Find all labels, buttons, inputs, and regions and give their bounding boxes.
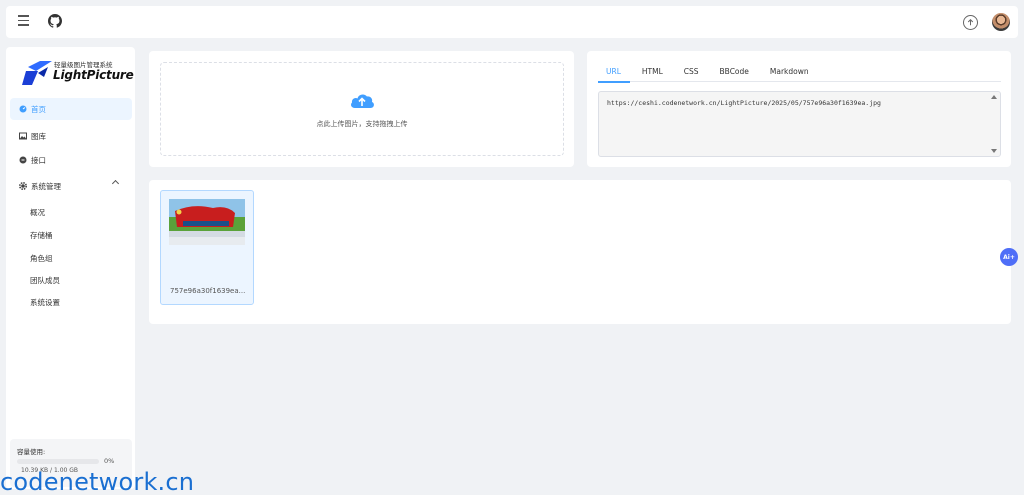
format-tabs: URL HTML CSS BBCode Markdown xyxy=(598,62,1001,83)
upload-card: 点此上传图片，支持拖拽上传 xyxy=(149,51,574,167)
tab-markdown[interactable]: Markdown xyxy=(762,62,822,82)
logo-title: LightPicture xyxy=(53,68,134,82)
tab-url[interactable]: URL xyxy=(598,62,634,83)
gear-icon xyxy=(19,182,27,190)
logo[interactable]: 轻量级图片管理系统 LightPicture xyxy=(22,57,134,87)
scroll-down-arrow-icon[interactable] xyxy=(991,149,997,153)
sidebar-item-label: 图库 xyxy=(31,131,46,141)
ai-assistant-button[interactable]: Ai+ xyxy=(1000,248,1018,266)
upload-icon[interactable] xyxy=(963,15,978,30)
storage-progress-bar xyxy=(17,459,99,464)
link-output-card: URL HTML CSS BBCode Markdown https://ces… xyxy=(587,51,1011,167)
sidebar: 轻量级图片管理系统 LightPicture 首页 图库 接口 系统管理 概况 … xyxy=(6,47,135,489)
sidebar-subitem-overview[interactable]: 概况 xyxy=(30,207,45,218)
sidebar-subitem-roles[interactable]: 角色组 xyxy=(30,253,53,264)
sidebar-item-label: 系统管理 xyxy=(31,181,61,191)
recent-uploads-card: 757e96a30f1639ea... xyxy=(149,180,1011,324)
sidebar-item-label: 接口 xyxy=(31,155,46,165)
storage-percent: 0% xyxy=(104,457,115,465)
tab-html[interactable]: HTML xyxy=(634,62,676,82)
image-tile[interactable]: 757e96a30f1639ea... xyxy=(160,190,254,305)
sidebar-item-home[interactable]: 首页 xyxy=(10,98,132,120)
tab-bbcode[interactable]: BBCode xyxy=(712,62,762,82)
cloud-upload-icon xyxy=(351,94,374,108)
link-output-textarea[interactable]: https://ceshi.codenetwork.cn/LightPictur… xyxy=(598,91,1001,157)
top-bar xyxy=(6,6,1018,38)
github-icon[interactable] xyxy=(48,14,62,28)
avatar[interactable] xyxy=(992,13,1010,31)
sidebar-item-api[interactable]: 接口 xyxy=(10,149,132,171)
dashboard-icon xyxy=(19,105,27,113)
sidebar-item-label: 首页 xyxy=(31,104,46,114)
menu-toggle-icon[interactable] xyxy=(18,15,29,29)
chevron-up-icon xyxy=(111,179,120,188)
sidebar-subitem-members[interactable]: 团队成员 xyxy=(30,275,60,286)
watermark: codenetwork.cn xyxy=(0,468,195,495)
storage-label: 容量使用: xyxy=(17,448,46,456)
link-url-text: https://ceshi.codenetwork.cn/LightPictur… xyxy=(607,99,881,107)
upload-dropzone[interactable]: 点此上传图片，支持拖拽上传 xyxy=(160,62,564,156)
sidebar-subitem-buckets[interactable]: 存储桶 xyxy=(30,230,53,241)
tab-css[interactable]: CSS xyxy=(676,62,712,82)
sidebar-item-gallery[interactable]: 图库 xyxy=(10,125,132,147)
upload-hint: 点此上传图片，支持拖拽上传 xyxy=(316,120,408,128)
sidebar-subitem-settings[interactable]: 系统设置 xyxy=(30,297,60,308)
sidebar-item-system[interactable]: 系统管理 xyxy=(10,175,132,197)
scroll-up-arrow-icon[interactable] xyxy=(991,95,997,99)
image-filename: 757e96a30f1639ea... xyxy=(170,287,246,295)
logo-mark-icon xyxy=(22,61,52,85)
api-icon xyxy=(19,156,27,164)
image-thumbnail xyxy=(169,199,245,245)
picture-icon xyxy=(19,132,27,140)
